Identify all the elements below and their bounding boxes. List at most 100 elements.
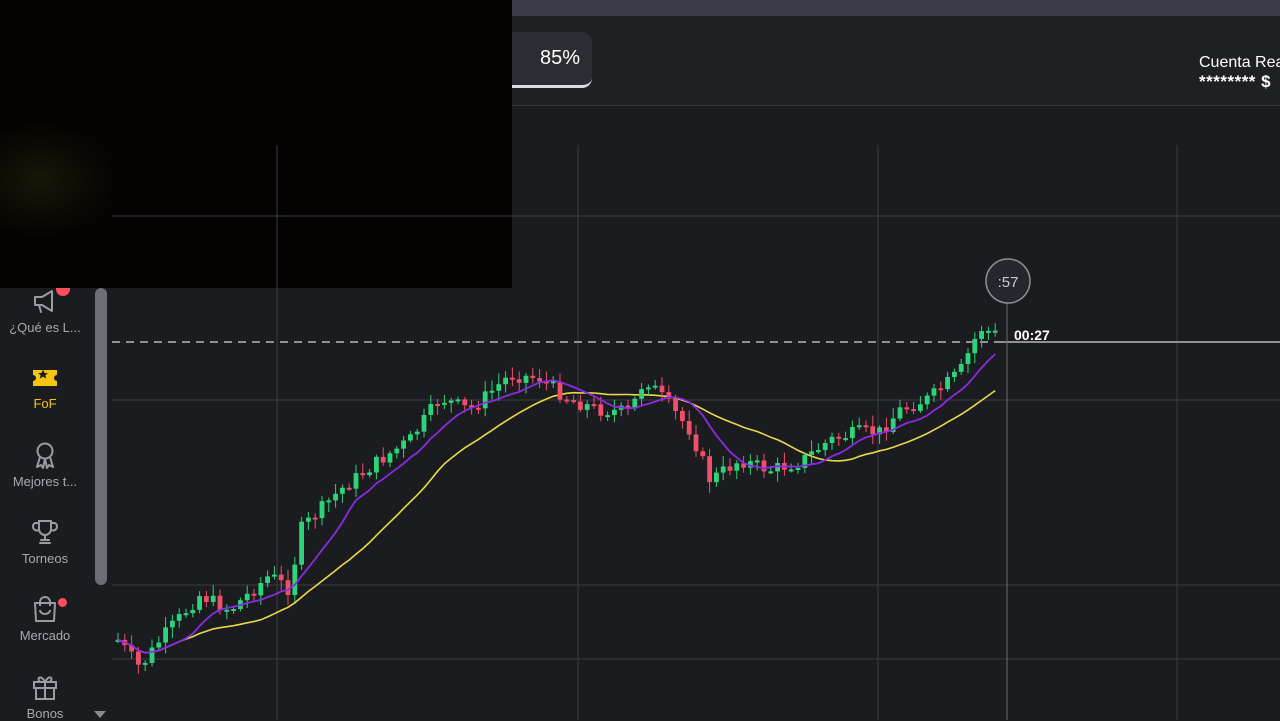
candle-down (516, 379, 522, 383)
candle-down (680, 411, 685, 422)
candle-up (714, 472, 719, 483)
candle-down (476, 407, 481, 410)
candle-up (496, 384, 502, 391)
expiry-timer-badge: :57 (985, 258, 1031, 304)
candle-up (149, 647, 155, 663)
sidebar-scrollbar[interactable] (95, 288, 107, 585)
candle-up (163, 627, 168, 643)
candle-up (924, 395, 930, 405)
sidebar-item-bonuses[interactable]: Bonos (0, 672, 90, 721)
account-balance: ******** $ (1199, 72, 1272, 91)
candle-up (414, 431, 420, 435)
candle-up (646, 387, 651, 390)
candle-down (136, 651, 141, 665)
trophy-icon (32, 520, 58, 544)
candle-down (911, 409, 916, 412)
price-chart[interactable]: :57 00:27 (110, 106, 1280, 720)
candle-up (795, 467, 801, 470)
moving-average-fast (117, 353, 996, 654)
candle-up (992, 330, 998, 333)
candle-up (605, 415, 610, 418)
candle-up (224, 609, 230, 612)
candle-up (931, 388, 937, 396)
candle-up (367, 472, 372, 476)
candle-up (754, 460, 760, 463)
candle-up (326, 500, 332, 503)
sidebar: ¿Qué es L... FoF Mejores t... Torneos Me… (0, 286, 110, 721)
candle-up (918, 404, 923, 411)
candle-up (856, 425, 862, 428)
candle-up (401, 440, 406, 449)
candle-down (863, 425, 869, 428)
candle-down (598, 404, 604, 416)
candle-down (346, 487, 352, 490)
candle-down (673, 398, 678, 412)
candle-down (578, 401, 583, 410)
candle-up (244, 593, 250, 601)
candle-down (870, 426, 876, 435)
sidebar-item-label: FoF (33, 396, 57, 411)
candle-down (571, 400, 576, 403)
candle-up (340, 487, 345, 494)
candle-up (958, 363, 964, 372)
sidebar-item-market[interactable]: Mercado (0, 594, 90, 643)
candle-up (265, 576, 270, 583)
candle-down (204, 596, 209, 603)
candle-down (693, 434, 699, 452)
candle-up (292, 564, 298, 596)
shopping-bag-icon (34, 596, 56, 622)
candle-up (142, 662, 148, 665)
candle-down (510, 377, 515, 380)
sidebar-item-label: ¿Qué es L... (9, 320, 81, 335)
candle-up (843, 438, 848, 441)
candle-up (333, 493, 338, 501)
scroll-down-icon[interactable] (93, 710, 107, 720)
sidebar-item-label: Bonos (26, 706, 64, 721)
candle-down (462, 399, 468, 406)
candle-down (278, 574, 284, 581)
candle-up (448, 400, 454, 403)
candle-down (700, 451, 706, 457)
candle-down (360, 473, 366, 476)
candle-up (299, 521, 304, 565)
ma-slow-line (117, 389, 996, 654)
candle-up (455, 399, 461, 402)
candle-down (251, 593, 257, 596)
candle-up (612, 409, 617, 416)
candle-down (727, 466, 733, 471)
sidebar-item-tournaments[interactable]: Torneos (0, 517, 90, 566)
candle-up (428, 403, 434, 415)
candle-down (591, 404, 597, 407)
candle-up (258, 582, 264, 596)
candle-up (952, 371, 957, 377)
candle-up (319, 501, 325, 519)
candle-up (489, 390, 495, 393)
sidebar-item-what-is[interactable]: ¿Qué es L... (0, 286, 90, 335)
candle-down (761, 460, 767, 472)
candle-up (809, 451, 814, 455)
sidebar-item-top-traders[interactable]: Mejores t... (0, 440, 90, 489)
sidebar-item-label: Mercado (19, 628, 71, 643)
candle-up (272, 574, 277, 577)
candle-down (380, 456, 386, 463)
candle-up (850, 427, 855, 439)
candle-up (190, 609, 196, 614)
candle-down (904, 407, 910, 410)
candle-up (408, 434, 413, 441)
expiry-timer-text: :57 (998, 274, 1019, 291)
candle-up (829, 436, 835, 443)
moving-average-slow (117, 389, 996, 654)
candle-up (176, 614, 182, 621)
candle-down (530, 375, 536, 379)
notification-badge (58, 598, 67, 607)
account-selector[interactable]: Cuenta Rea ******** $ (1199, 54, 1280, 92)
candle-countdown: 00:27 (1014, 327, 1050, 343)
candle-down (312, 517, 318, 520)
account-type-label: Cuenta Rea (1199, 54, 1280, 71)
candle-up (945, 376, 950, 390)
candle-down (537, 378, 542, 382)
candle-down (564, 399, 570, 402)
sidebar-item-fof[interactable]: FoF (0, 362, 90, 411)
candle-up (897, 407, 903, 419)
candle-down (217, 595, 223, 611)
